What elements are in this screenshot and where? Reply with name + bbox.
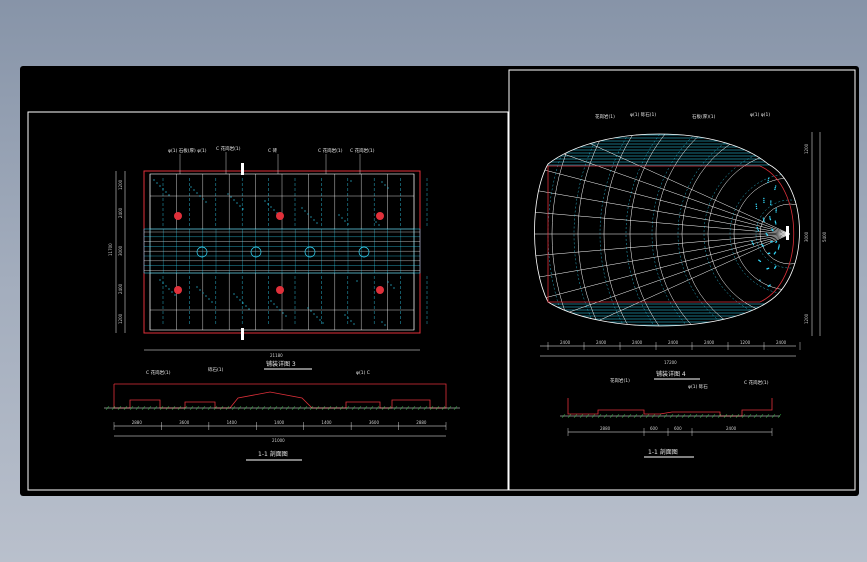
cad-drawing: φ(1) 石板(厚) φ(1) C 花岗岩(1) C 砖 C 花岗岩(1) C … [27,69,856,491]
callout-label: φ(1) 砾石(1) [630,111,656,118]
callout-label: 花岗岩(1) [595,113,615,120]
tree-marker [276,286,284,294]
tree-marker [174,212,182,220]
dimension-label: 11700 [108,243,113,256]
left-section [104,383,460,437]
dimension-label: 3600 [179,420,190,425]
dimension-label: 2400 [632,340,643,345]
dimension-label: 2400 [776,340,787,345]
dimension-label: 21000 [272,438,285,443]
callout-label: C 花岗岩(1) [744,379,769,386]
dimension-label: 2880 [416,420,427,425]
dimension-label: 1200 [118,179,123,190]
dimension-label: 1200 [804,143,809,154]
callout-label: φ(1) 石板(厚) φ(1) [168,147,207,154]
callout-label: 石板(厚)(1) [692,113,716,120]
dimension-label: 3000 [804,231,809,242]
dimension-label: 2400 [668,340,679,345]
dimension-label: 5400 [822,231,827,242]
plan-title-left: 铺装详图 3 [266,360,296,368]
dimension-label: 1400 [274,420,285,425]
tree-marker [174,286,182,294]
dimension-label: 600 [650,426,658,431]
callout-label: φ(1) C [356,370,370,376]
callout-label: C 花岗岩(1) [146,369,171,376]
callout-label: 花岗岩(1) [610,377,630,384]
tree-marker [376,212,384,220]
dimension-label: 21180 [270,353,283,358]
callout-label: C 花岗岩(1) [318,147,343,154]
callout-label: φ(1) 砾石 [688,383,708,390]
dimension-label: 2880 [132,420,143,425]
left-plan [115,163,428,351]
dimension-label: 600 [674,426,682,431]
right-sheet-frame [508,69,856,491]
section-title-left: 1-1 剖面图 [258,450,288,458]
callout-label: 砾石(1) [208,366,224,373]
callout-label: C 花岗岩(1) [350,147,375,154]
dimension-label: 3600 [369,420,380,425]
dimension-label: 2880 [600,426,611,431]
dimension-label: 2400 [118,283,123,294]
dimension-label: 2400 [704,340,715,345]
dimension-label: 1200 [118,313,123,324]
left-sheet-frame [27,111,509,491]
tree-marker [376,286,384,294]
plan-title-right: 铺装详图 4 [656,370,686,378]
callout-label: C 花岗岩(1) [216,145,241,152]
section-title-right: 1-1 剖面图 [648,448,678,456]
callout-label: C 砖 [268,147,278,154]
cad-drawing-canvas[interactable]: φ(1) 石板(厚) φ(1) C 花岗岩(1) C 砖 C 花岗岩(1) C … [20,66,859,496]
dimension-label: 2400 [726,426,737,431]
dimension-label: 2400 [560,340,571,345]
dimension-label: 2400 [596,340,607,345]
callout-label: φ(1) φ(1) [750,112,770,118]
right-plan [534,132,821,357]
dimension-label: 1400 [321,420,332,425]
dimension-label: 17200 [664,360,677,365]
dimension-label: 2400 [118,207,123,218]
tree-marker [276,212,284,220]
right-section [560,398,782,433]
dimension-label: 1200 [740,340,751,345]
dimension-label: 1200 [804,313,809,324]
dimension-label: 1400 [227,420,238,425]
dimension-label: 3000 [118,245,123,256]
